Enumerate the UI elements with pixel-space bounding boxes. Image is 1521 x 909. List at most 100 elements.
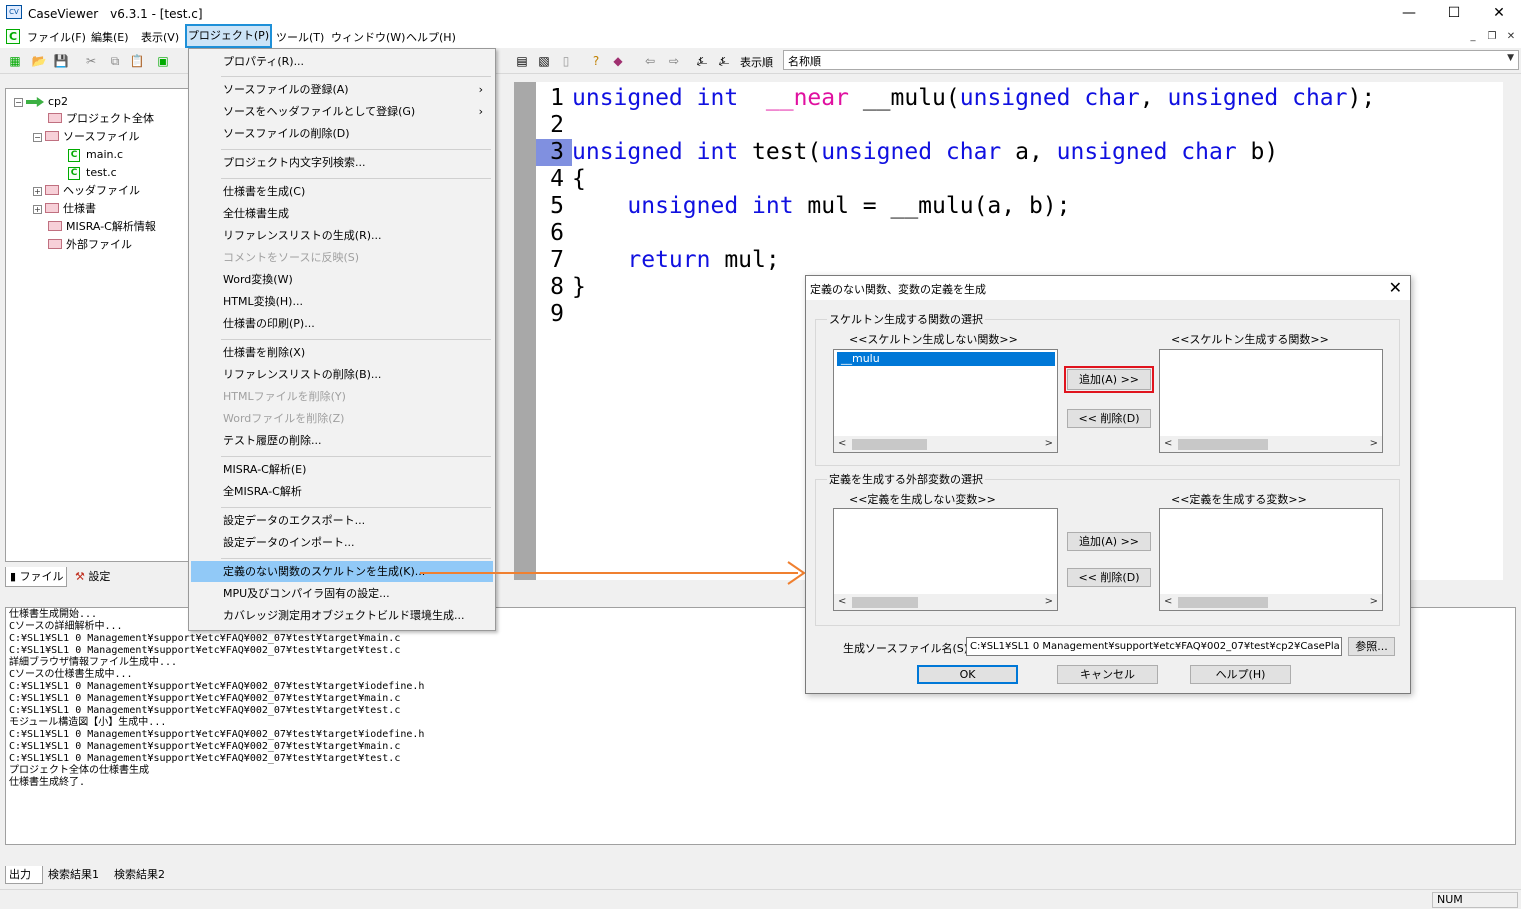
add-function-button[interactable]: 追加(A) >>: [1064, 366, 1154, 393]
mdi-minimize-button[interactable]: _: [1465, 30, 1481, 44]
remove-variable-button[interactable]: << 削除(D): [1067, 568, 1151, 587]
book-icon[interactable]: ◆: [610, 53, 626, 69]
close-button[interactable]: ✕: [1476, 0, 1521, 26]
help-question-icon[interactable]: ?: [588, 53, 604, 69]
tab-search-result-1[interactable]: 検索結果1: [45, 866, 109, 884]
tree-item-source-files[interactable]: − ソースファイル: [33, 129, 139, 145]
expand-icon[interactable]: +: [33, 186, 42, 196]
scroll-right-icon[interactable]: >: [1045, 436, 1053, 452]
project-menu-item[interactable]: 全仕様書生成: [191, 203, 493, 224]
mdi-restore-button[interactable]: ❐: [1484, 30, 1500, 44]
cut-icon[interactable]: ✂: [83, 53, 99, 69]
ok-button[interactable]: OK: [917, 665, 1018, 684]
tree-item-project-all[interactable]: プロジェクト全体: [48, 111, 154, 127]
tree-item-test-c[interactable]: Ctest.c: [68, 165, 117, 181]
horizontal-scrollbar[interactable]: < >: [834, 436, 1057, 452]
new-project-icon[interactable]: ▦: [7, 53, 23, 69]
document-icon[interactable]: ▧: [536, 53, 552, 69]
var-excluded-list[interactable]: < >: [833, 508, 1058, 611]
tree-item-misra[interactable]: MISRA-C解析情報: [48, 219, 156, 235]
editor-vertical-scrollbar[interactable]: [1503, 82, 1520, 580]
scroll-left-icon[interactable]: <: [1164, 594, 1172, 610]
paste-icon[interactable]: 📋: [129, 53, 145, 69]
scroll-thumb[interactable]: [1178, 439, 1268, 450]
scroll-left-icon[interactable]: <: [1164, 436, 1172, 452]
project-menu-item[interactable]: リファレンスリストの生成(R)...: [191, 225, 493, 246]
scroll-right-icon[interactable]: >: [1045, 594, 1053, 610]
find-prev-icon[interactable]: ⍼: [694, 53, 710, 69]
scroll-right-icon[interactable]: >: [1370, 594, 1378, 610]
dialog-close-button[interactable]: ✕: [1389, 278, 1402, 297]
mdi-close-button[interactable]: ✕: [1503, 30, 1519, 44]
collapse-icon[interactable]: −: [33, 132, 42, 142]
horizontal-scrollbar[interactable]: < >: [834, 594, 1057, 610]
scroll-thumb[interactable]: [852, 597, 918, 608]
project-menu-item[interactable]: 設定データのエクスポート...: [191, 510, 493, 531]
browse-button[interactable]: 参照...: [1348, 637, 1395, 656]
copy-icon[interactable]: ⧉: [107, 53, 123, 69]
scroll-right-icon[interactable]: >: [1370, 436, 1378, 452]
menu-tools[interactable]: ツール(T): [276, 29, 324, 45]
tree-item-main-c[interactable]: Cmain.c: [68, 147, 123, 163]
output-horizontal-scrollbar[interactable]: [5, 846, 1516, 863]
project-menu-item[interactable]: 仕様書の印刷(P)...: [191, 313, 493, 334]
minimize-button[interactable]: —: [1386, 0, 1432, 26]
tab-output[interactable]: 出力: [5, 866, 43, 884]
save-icon[interactable]: 💾: [53, 53, 69, 69]
help-button[interactable]: ヘルプ(H): [1190, 665, 1291, 684]
build-icon[interactable]: ▣: [155, 53, 171, 69]
horizontal-scrollbar[interactable]: < >: [1160, 436, 1382, 452]
project-menu-item[interactable]: リファレンスリストの削除(B)...: [191, 364, 493, 385]
scroll-thumb[interactable]: [1178, 597, 1268, 608]
project-menu-item[interactable]: プロジェクト内文字列検索...: [191, 152, 493, 173]
menu-project[interactable]: プロジェクト(P): [185, 24, 272, 48]
remove-function-button[interactable]: << 削除(D): [1067, 409, 1151, 428]
project-menu-item[interactable]: 全MISRA-C解析: [191, 481, 493, 502]
expand-icon[interactable]: +: [33, 204, 42, 214]
project-menu-item[interactable]: ソースをヘッダファイルとして登録(G) ›: [191, 101, 493, 122]
project-menu-item[interactable]: プロパティ(R)...: [191, 51, 493, 72]
tab-file[interactable]: ▮ ファイル: [5, 567, 67, 587]
scroll-left-icon[interactable]: <: [838, 436, 846, 452]
horizontal-scrollbar[interactable]: < >: [1160, 594, 1382, 610]
forward-arrow-icon[interactable]: ⇨: [666, 53, 682, 69]
project-menu-item[interactable]: 仕様書を削除(X): [191, 342, 493, 363]
tree-item-header-files[interactable]: + ヘッダファイル: [33, 183, 140, 199]
project-menu-item[interactable]: テスト履歴の削除...: [191, 430, 493, 451]
page-icon[interactable]: ▯: [558, 53, 574, 69]
tree-item-external-files[interactable]: 外部ファイル: [48, 237, 132, 253]
find-next-icon[interactable]: ⍼: [716, 53, 732, 69]
add-variable-button[interactable]: 追加(A) >>: [1067, 532, 1151, 551]
project-menu-item[interactable]: MISRA-C解析(E): [191, 459, 493, 480]
project-menu-item[interactable]: 仕様書を生成(C): [191, 181, 493, 202]
back-arrow-icon[interactable]: ⇦: [642, 53, 658, 69]
scroll-left-icon[interactable]: <: [838, 594, 846, 610]
scroll-thumb[interactable]: [852, 439, 927, 450]
tree-item-specs[interactable]: + 仕様書: [33, 201, 96, 217]
tree-root[interactable]: − cp2: [14, 94, 68, 110]
menu-view[interactable]: 表示(V): [141, 29, 179, 45]
project-menu-item[interactable]: ソースファイルの登録(A) ›: [191, 79, 493, 100]
menu-file[interactable]: ファイル(F): [27, 29, 86, 45]
menu-edit[interactable]: 編集(E): [91, 29, 129, 45]
tab-search-result-2[interactable]: 検索結果2: [111, 866, 177, 884]
project-menu-item[interactable]: HTML変換(H)...: [191, 291, 493, 312]
menu-help[interactable]: ヘルプ(H): [406, 29, 456, 45]
project-menu-item[interactable]: Word変換(W): [191, 269, 493, 290]
maximize-button[interactable]: ☐: [1431, 0, 1477, 26]
var-included-list[interactable]: < >: [1159, 508, 1383, 611]
menu-window[interactable]: ウィンドウ(W): [331, 29, 405, 45]
project-menu-item[interactable]: MPU及びコンパイラ固有の設定...: [191, 583, 493, 604]
collapse-icon[interactable]: −: [14, 97, 23, 107]
sort-order-select[interactable]: 名称順 ▼: [783, 50, 1519, 70]
func-excluded-list[interactable]: __mulu < >: [833, 349, 1058, 453]
project-menu-item[interactable]: カバレッジ測定用オブジェクトビルド環境生成...: [191, 605, 493, 626]
project-menu-item[interactable]: ソースファイルの削除(D): [191, 123, 493, 144]
func-included-list[interactable]: < >: [1159, 349, 1383, 453]
list-item-selected[interactable]: __mulu: [837, 352, 1055, 366]
window-list-icon[interactable]: ▤: [514, 53, 530, 69]
open-folder-icon[interactable]: 📂: [31, 53, 47, 69]
cancel-button[interactable]: キャンセル: [1057, 665, 1158, 684]
tab-settings[interactable]: ⚒ 設定: [71, 567, 131, 587]
srcfile-input[interactable]: C:¥SL1¥SL1 0 Management¥support¥etc¥FAQ¥…: [966, 637, 1342, 656]
